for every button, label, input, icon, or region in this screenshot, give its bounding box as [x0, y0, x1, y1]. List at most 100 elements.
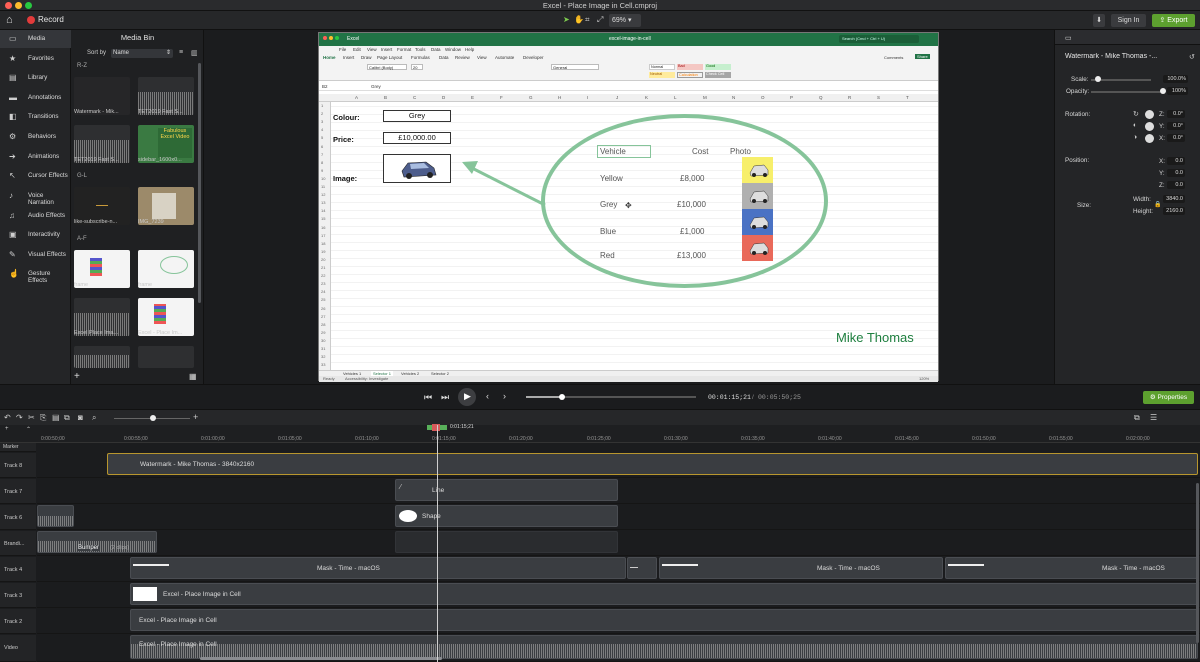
scrubber-knob[interactable] [558, 394, 565, 400]
clip-mask-small[interactable] [627, 557, 657, 579]
clip-faded[interactable] [395, 531, 618, 553]
rotate-z-dial[interactable] [1145, 110, 1154, 119]
timeline-vscrollbar[interactable] [1196, 483, 1199, 643]
rotate-x-dial[interactable] [1145, 134, 1154, 143]
view-toggle-icon[interactable]: ▥ [191, 49, 198, 57]
tool-voice-narration[interactable]: ♪ Voice Narration [0, 187, 71, 207]
opacity-slider-knob[interactable] [1160, 88, 1166, 94]
tool-animations[interactable]: ➔ Animations [0, 148, 71, 166]
reset-icon[interactable]: ↺ [1189, 53, 1195, 61]
tool-cursor-effects[interactable]: ↖ Cursor Effects [0, 167, 71, 185]
clip-mask[interactable]: Mask - Time - macOS [130, 557, 626, 579]
width-value[interactable]: 3840.0 [1163, 195, 1185, 203]
clip-mask[interactable]: Mask - Time - macOS [945, 557, 1198, 579]
scale-value[interactable]: 100.0% [1163, 75, 1188, 83]
track-label[interactable]: Track 3 [0, 583, 36, 608]
clip-excel[interactable]: Excel - Place Image in Cell [130, 583, 1198, 605]
rotation-z-value[interactable]: 0.0° [1167, 110, 1185, 118]
clip-excel[interactable]: Excel - Place Image in Cell [130, 609, 1198, 631]
rotation-y-value[interactable]: 0.0° [1167, 122, 1185, 130]
properties-button[interactable]: ⚙ Properties [1143, 391, 1194, 404]
timeline-settings-icon[interactable]: ☰ [1150, 413, 1157, 422]
snapshot-icon[interactable]: ◙ [78, 413, 83, 422]
rewind-icon[interactable]: ⏮ [424, 392, 432, 403]
crop-tool-icon[interactable]: ⌗ [585, 15, 590, 25]
media-thumb[interactable] [138, 346, 194, 368]
scale-slider-knob[interactable] [1095, 76, 1102, 82]
download-icon[interactable]: ⬇ [1093, 14, 1105, 27]
track-label[interactable]: Track 4 [0, 557, 36, 582]
undo-icon[interactable]: ↶ [4, 413, 11, 422]
track-label[interactable]: Track 6 [0, 505, 36, 530]
tool-library[interactable]: ▤ Library [0, 69, 71, 87]
row-header: 26 [321, 305, 326, 311]
zoom-select[interactable]: 69% ▾ [609, 14, 641, 27]
select-tool-icon[interactable]: ➤ [563, 15, 570, 24]
clip-watermark[interactable]: Watermark - Mike Thomas - 3840x2160 [107, 453, 1198, 475]
export-button[interactable]: ⇪ Export [1152, 14, 1195, 27]
record-icon[interactable] [27, 16, 35, 24]
track-label[interactable]: Track 2 [0, 609, 36, 634]
rotate-y-dial[interactable] [1145, 122, 1154, 131]
sort-order-icon[interactable]: ≡ [179, 49, 183, 56]
tool-annotations[interactable]: ▬ Annotations [0, 89, 71, 107]
track-label[interactable]: Video [0, 635, 36, 662]
media-bin-scrollbar[interactable] [198, 63, 201, 303]
clip-audio[interactable] [37, 505, 74, 527]
clip-shape[interactable]: Shape [395, 505, 618, 527]
sign-in-button[interactable]: Sign In [1111, 14, 1146, 27]
opacity-slider[interactable] [1091, 91, 1163, 93]
prev-frame-icon[interactable]: ‹ [486, 391, 489, 401]
track-label[interactable]: Track 8 [0, 453, 36, 478]
tool-media[interactable]: ▭ Media [0, 30, 71, 48]
zoom-out-icon[interactable]: ⌕ [92, 413, 96, 423]
lock-icon[interactable]: 🔒 [1154, 201, 1161, 208]
next-frame-icon[interactable]: › [503, 391, 506, 401]
scrubber[interactable] [526, 396, 696, 398]
clip-line[interactable]: ⁄ Line [395, 479, 618, 501]
paste-icon[interactable]: ▤ [52, 413, 60, 422]
position-x-value[interactable]: 0.0 [1167, 157, 1185, 165]
zoom-in-icon[interactable]: + [193, 412, 198, 422]
split-icon[interactable]: ⧉ [64, 413, 70, 423]
clip-mask[interactable]: Mask - Time - macOS [659, 557, 943, 579]
timeline-hscrollbar[interactable] [200, 657, 442, 660]
play-button[interactable]: ▶ [458, 388, 476, 406]
step-back-icon[interactable]: ⏭ [441, 392, 449, 403]
tool-gesture-effects[interactable]: ☝ Gesture Effects [0, 265, 71, 285]
sort-select[interactable]: Name ⇕ [111, 49, 173, 58]
width-label: Width: [1133, 196, 1151, 203]
grid-view-icon[interactable]: ▦ [189, 372, 197, 381]
home-icon[interactable]: ⌂ [6, 14, 13, 26]
visual-properties-icon[interactable]: ▭ [1065, 34, 1072, 42]
rotation-x-value[interactable]: 0.0° [1167, 134, 1185, 142]
height-value[interactable]: 2160.0 [1163, 207, 1185, 215]
opacity-value[interactable]: 100% [1167, 87, 1188, 95]
position-z-value[interactable]: 0.0 [1167, 181, 1185, 189]
tool-interactivity[interactable]: ▣ Interactivity [0, 226, 71, 244]
add-track-icon[interactable]: + [5, 426, 9, 432]
clip-bumper[interactable]: Bumper (2 clips) [37, 531, 157, 553]
playhead-handle[interactable] [432, 424, 440, 431]
track-label[interactable]: Track 7 [0, 479, 36, 504]
tool-visual-effects[interactable]: ✎ Visual Effects [0, 246, 71, 264]
tool-behaviors[interactable]: ⚙ Behaviors [0, 128, 71, 146]
collapse-icon[interactable]: ⌃ [26, 426, 31, 433]
pan-tool-icon[interactable]: ✋ [574, 15, 584, 24]
tool-favorites[interactable]: ★ Favorites [0, 50, 71, 68]
record-button[interactable]: Record [38, 15, 64, 24]
detach-icon[interactable]: ⧉ [1134, 413, 1140, 423]
position-y-value[interactable]: 0.0 [1167, 169, 1185, 177]
media-thumb[interactable] [74, 346, 130, 368]
cut-icon[interactable]: ✂ [28, 413, 35, 422]
timeline-zoom-knob[interactable] [150, 415, 156, 421]
track-label[interactable]: Brandi... [0, 531, 36, 556]
tool-transitions[interactable]: ◧ Transitions [0, 108, 71, 126]
tool-audio-effects[interactable]: ♫ Audio Effects [0, 207, 71, 225]
add-media-icon[interactable]: + [74, 371, 80, 382]
clip-video[interactable]: Excel - Place Image in Cell [130, 635, 1198, 659]
redo-icon[interactable]: ↷ [16, 413, 23, 422]
fit-icon[interactable]: ⤢ [597, 15, 603, 25]
copy-icon[interactable]: ⎘ [40, 413, 46, 423]
media-label: TET2019 Fast S... [74, 157, 119, 163]
